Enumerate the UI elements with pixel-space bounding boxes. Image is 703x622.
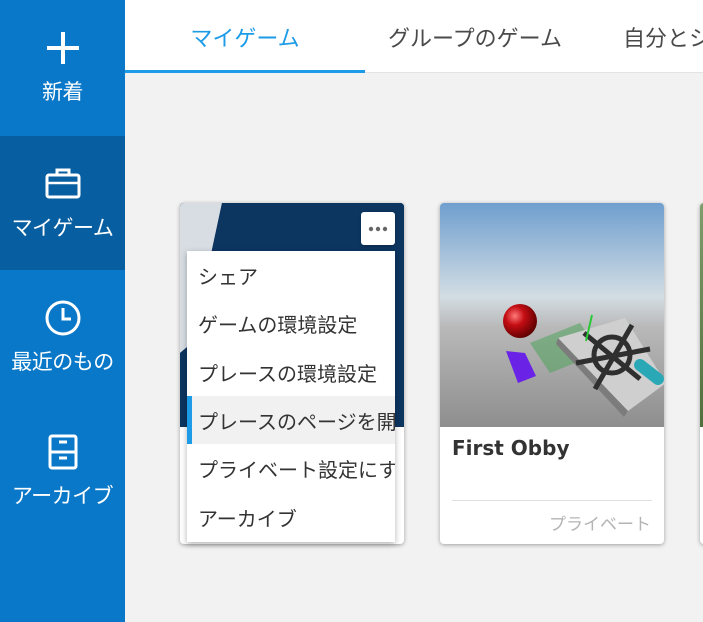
tab-shared-games[interactable]: 自分とシ <box>623 0 703 73</box>
tab-label: 自分とシ <box>623 26 703 52</box>
sidebar-item-my-games[interactable]: マイゲーム <box>0 136 125 270</box>
sidebar-item-archive[interactable]: アーカイブ <box>0 404 125 538</box>
sidebar-item-label: アーカイブ <box>11 484 114 508</box>
tab-label: グループのゲーム <box>387 26 563 52</box>
game-card[interactable] <box>440 203 664 544</box>
sidebar-item-recent[interactable]: 最近のもの <box>0 270 125 404</box>
game-title: First Obby <box>452 436 570 460</box>
sidebar-item-label: 新着 <box>42 80 84 104</box>
sidebar-item-label: 最近のもの <box>11 350 114 374</box>
tab-my-games[interactable]: マイゲーム <box>125 0 365 73</box>
tab-bar: マイゲーム グループのゲーム 自分とシ <box>125 0 703 73</box>
active-tab-indicator <box>125 70 365 73</box>
menu-item-place-settings[interactable]: プレースの環境設定 <box>187 348 395 396</box>
archive-box-icon <box>43 432 83 472</box>
menu-item-label: プレースの環境設定 <box>198 361 377 386</box>
game-thumbnail <box>440 203 664 427</box>
menu-item-label: シェア <box>198 264 258 289</box>
more-options-button[interactable] <box>361 212 395 245</box>
sidebar: 新着 マイゲーム 最近のもの アーカイブ <box>0 0 125 622</box>
clock-icon <box>43 298 83 338</box>
menu-item-share[interactable]: シェア <box>187 251 395 299</box>
menu-item-game-settings[interactable]: ゲームの環境設定 <box>187 299 395 347</box>
tab-label: マイゲーム <box>190 26 300 52</box>
sidebar-item-new[interactable]: 新着 <box>0 0 125 134</box>
sidebar-item-label: マイゲーム <box>11 216 114 240</box>
privacy-status: プライベート <box>549 515 651 535</box>
menu-item-open-place-page[interactable]: プレースのページを開く <box>187 396 395 444</box>
ellipsis-icon <box>368 226 388 231</box>
menu-item-label: プライベート設定にする <box>198 457 395 482</box>
tab-group-games[interactable]: グループのゲーム <box>365 0 585 73</box>
card-divider <box>452 500 652 501</box>
plus-icon <box>43 28 83 68</box>
context-menu: シェア ゲームの環境設定 プレースの環境設定 プレースのページを開く プライベー… <box>187 251 395 542</box>
menu-item-make-private[interactable]: プライベート設定にする <box>187 444 395 492</box>
menu-item-label: ゲームの環境設定 <box>198 312 358 337</box>
briefcase-icon <box>43 164 83 204</box>
menu-item-archive[interactable]: アーカイブ <box>187 493 395 541</box>
menu-item-label: アーカイブ <box>198 506 297 531</box>
menu-item-label: プレースのページを開く <box>198 409 395 434</box>
